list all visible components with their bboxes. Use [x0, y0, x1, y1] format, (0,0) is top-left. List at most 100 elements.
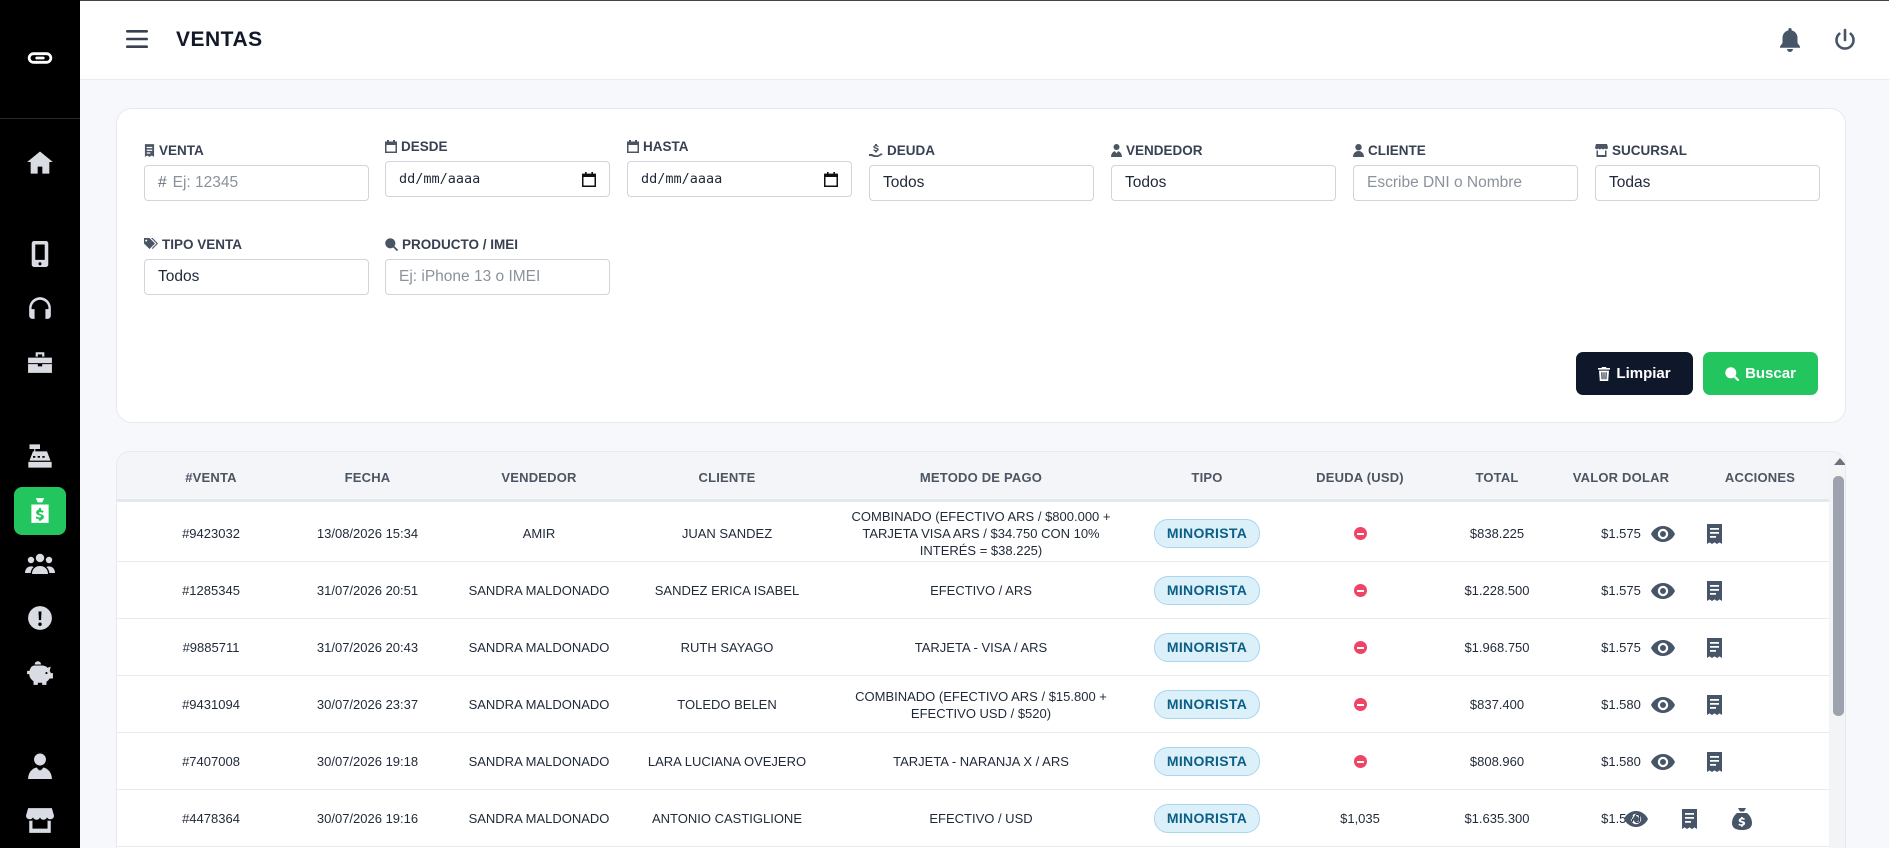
top-bar: VENTAS — [80, 0, 1889, 80]
calendar-icon — [385, 139, 397, 153]
filter-cliente: CLIENTE Escribe DNI o Nombre — [1353, 141, 1578, 201]
cell-total: $1.968.750 — [1443, 619, 1551, 676]
col-deuda[interactable]: DEUDA (USD) — [1277, 452, 1443, 502]
col-fecha[interactable]: FECHA — [286, 452, 449, 502]
vendedor-select[interactable]: Todos — [1111, 165, 1336, 201]
view-sale-icon[interactable] — [1650, 693, 1676, 717]
toolbox-icon — [28, 352, 52, 373]
cell-metodo: EFECTIVO / USD — [825, 790, 1137, 847]
view-sale-icon[interactable] — [1650, 636, 1676, 660]
cell-cliente: JUAN SANDEZ — [629, 505, 825, 562]
no-debt-icon — [1353, 755, 1367, 768]
pay-debt-icon[interactable] — [1729, 807, 1755, 831]
desde-date-input[interactable]: dd/mm/aaaa — [385, 161, 610, 197]
cell-total-text: $1.635.300 — [1464, 811, 1530, 826]
cash-register-icon — [28, 444, 52, 468]
table-row[interactable]: #9423032 13/08/2026 15:34 AMIR JUAN SANDEZ C… — [117, 505, 1829, 562]
cell-tipo: MINORISTA — [1137, 562, 1277, 619]
sidebar-item-cash-register[interactable] — [14, 432, 66, 480]
col-venta[interactable]: #VENTA — [146, 452, 276, 502]
sidebar-item-accessories[interactable] — [14, 284, 66, 332]
view-sale-icon[interactable] — [1650, 579, 1676, 603]
logo-icon[interactable] — [0, 34, 80, 82]
tipo-venta-select[interactable]: Todos — [144, 259, 369, 295]
sidebar-item-repairs[interactable] — [14, 338, 66, 386]
col-dolar[interactable]: VALOR DOLAR — [1551, 452, 1691, 502]
sidebar-item-clients[interactable] — [14, 540, 66, 588]
cell-fecha-text: 30/07/2026 19:18 — [316, 754, 419, 769]
receipt-icon[interactable] — [1701, 522, 1727, 546]
scrollbar[interactable] — [1829, 452, 1845, 848]
sidebar-item-phones[interactable] — [14, 230, 66, 278]
cell-total-text: $837.400 — [1469, 697, 1525, 712]
col-metodo[interactable]: METODO DE PAGO — [825, 452, 1137, 502]
calendar-icon — [627, 139, 639, 153]
table-row[interactable]: #7407008 30/07/2026 19:18 SANDRA MALDONADO… — [117, 733, 1829, 790]
trash-icon — [1598, 366, 1611, 381]
cell-total: $838.225 — [1443, 505, 1551, 562]
cell-deuda — [1277, 562, 1443, 619]
table-row[interactable]: #9885711 31/07/2026 20:43 SANDRA MALDONADO… — [117, 619, 1829, 676]
cell-cliente-text: JUAN SANDEZ — [681, 526, 773, 541]
hasta-date-input[interactable]: dd/mm/aaaa — [627, 161, 852, 197]
sidebar-item-branches[interactable] — [14, 796, 66, 844]
search-button[interactable]: Buscar — [1703, 352, 1818, 395]
table-row[interactable]: #4478364 30/07/2026 19:16 SANDRA MALDONADO… — [117, 790, 1829, 847]
cell-metodo-text: COMBINADO (EFECTIVO ARS / $15.800 + EFEC… — [855, 688, 1107, 721]
cell-dolar-text: $1.580 — [1601, 697, 1641, 712]
col-tipo[interactable]: TIPO — [1137, 452, 1277, 502]
bell-icon[interactable] — [1777, 27, 1803, 53]
power-icon[interactable] — [1832, 27, 1858, 53]
col-total[interactable]: TOTAL — [1443, 452, 1551, 502]
receipt-icon[interactable] — [1701, 750, 1727, 774]
receipt-icon[interactable] — [1701, 636, 1727, 660]
cell-vendedor-text: SANDRA MALDONADO — [468, 640, 610, 655]
view-sale-icon[interactable] — [1623, 807, 1649, 831]
cell-deuda — [1277, 733, 1443, 790]
cell-cliente-text: ANTONIO CASTIGLIONE — [651, 811, 802, 826]
no-debt-icon — [1353, 527, 1367, 540]
col-cliente[interactable]: CLIENTE — [629, 452, 825, 502]
cell-venta: #9423032 — [146, 505, 276, 562]
deuda-select[interactable]: Todos — [869, 165, 1094, 201]
piggy-bank-icon — [27, 661, 53, 685]
cell-venta: #9431094 — [146, 676, 276, 733]
user-icon — [1353, 143, 1364, 157]
sidebar — [0, 0, 80, 848]
col-vendedor[interactable]: VENDEDOR — [449, 452, 629, 502]
calendar-picker-icon[interactable] — [824, 171, 838, 187]
sidebar-item-profile[interactable] — [14, 742, 66, 790]
calendar-picker-icon[interactable] — [582, 171, 596, 187]
cell-cliente-text: LARA LUCIANA OVEJERO — [647, 754, 807, 769]
cell-dolar-text: $1.575 — [1601, 526, 1641, 541]
sucursal-select[interactable]: Todas — [1595, 165, 1820, 201]
receipt-icon[interactable] — [1701, 579, 1727, 603]
hamburger-menu-icon[interactable] — [126, 29, 148, 51]
scrollbar-thumb[interactable] — [1833, 476, 1844, 716]
cell-metodo-text: COMBINADO (EFECTIVO ARS / $800.000 + TAR… — [851, 509, 1111, 558]
scroll-up-arrow[interactable] — [1834, 458, 1845, 465]
filter-deuda-label: DEUDA — [887, 142, 936, 158]
deuda-select-value: Todos — [883, 174, 925, 191]
receipt-icon[interactable] — [1676, 807, 1702, 831]
table-row[interactable]: #9431094 30/07/2026 23:37 SANDRA MALDONADO… — [117, 676, 1829, 733]
cell-metodo: TARJETA - VISA / ARS — [825, 619, 1137, 676]
cell-fecha: 31/07/2026 20:43 — [286, 619, 449, 676]
view-sale-icon[interactable] — [1650, 522, 1676, 546]
sidebar-item-home[interactable] — [14, 138, 66, 186]
venta-input[interactable]: # Ej: 12345 — [144, 165, 369, 201]
sidebar-item-savings[interactable] — [14, 648, 66, 696]
cell-metodo-text: TARJETA - VISA / ARS — [914, 640, 1048, 655]
view-sale-icon[interactable] — [1650, 750, 1676, 774]
table-row[interactable]: #1285345 31/07/2026 20:51 SANDRA MALDONADO… — [117, 562, 1829, 619]
sidebar-item-ventas[interactable] — [14, 487, 66, 535]
search-button-label: Buscar — [1745, 365, 1796, 382]
producto-input[interactable]: Ej: iPhone 13 o IMEI — [385, 259, 610, 295]
cell-metodo: COMBINADO (EFECTIVO ARS / $15.800 + EFEC… — [825, 676, 1137, 733]
receipt-icon[interactable] — [1701, 693, 1727, 717]
cliente-input[interactable]: Escribe DNI o Nombre — [1353, 165, 1578, 201]
clear-button[interactable]: Limpiar — [1576, 352, 1693, 395]
cell-cliente: RUTH SAYAGO — [629, 619, 825, 676]
sidebar-item-alerts[interactable] — [14, 594, 66, 642]
cell-cliente: TOLEDO BELEN — [629, 676, 825, 733]
